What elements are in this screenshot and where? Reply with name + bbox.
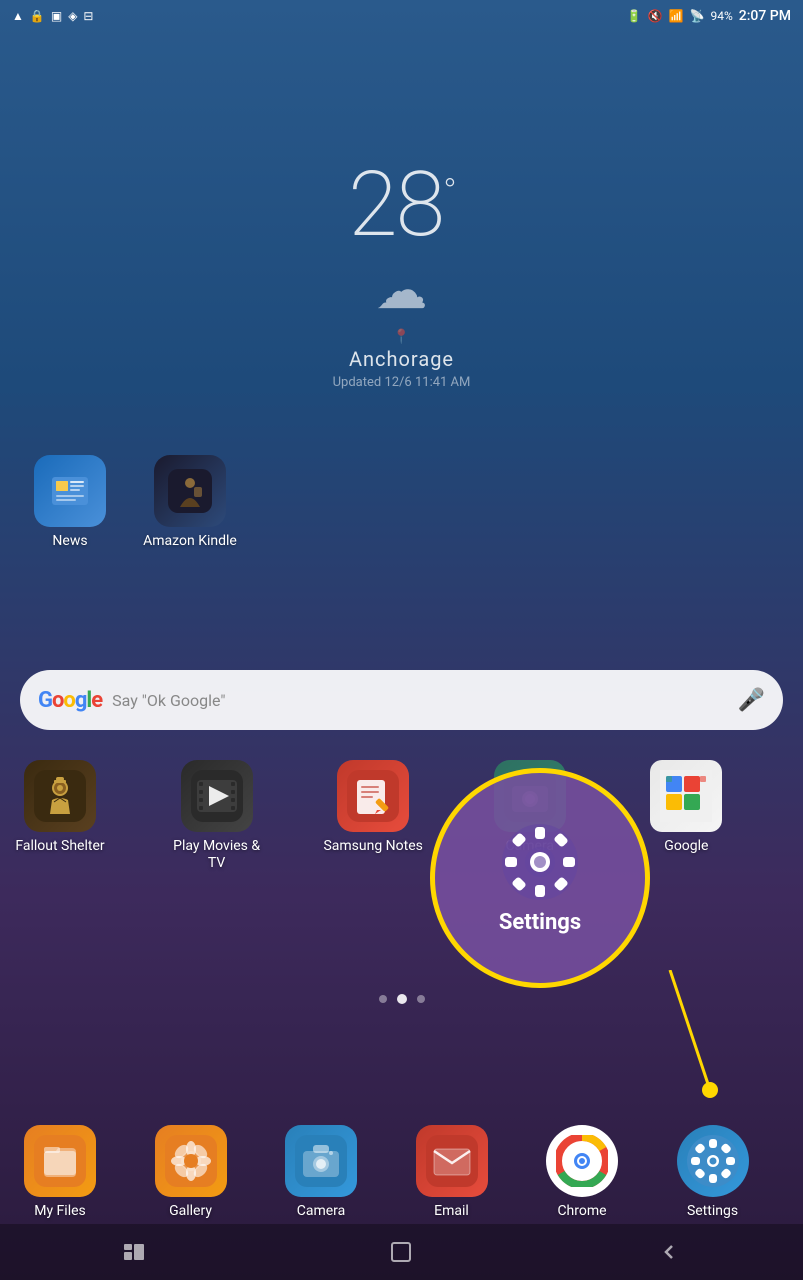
playmovies-icon [181,760,253,832]
playmovies-label: Play Movies & TV [167,838,267,872]
google-icon [650,760,722,832]
dot-3 [417,995,425,1003]
kindle-label: Amazon Kindle [143,533,237,550]
chrome-icon [546,1125,618,1197]
connector-line [620,970,720,1170]
wifi-icon: 📶 [669,9,684,23]
settings-dock-label: Settings [687,1203,738,1220]
dropbox-icon: ◈ [68,9,77,23]
kindle-icon [154,455,226,527]
home-button[interactable] [369,1232,433,1272]
app-news[interactable]: News [20,455,120,550]
mute-icon: 🔇 [648,9,663,23]
fallout-icon [24,760,96,832]
dock-myfiles[interactable]: My Files [10,1125,110,1220]
extra-icon: ⊟ [83,9,93,23]
signal-icon: ▲ [12,9,24,23]
google-search-bar[interactable]: Google Say "Ok Google" 🎤 [20,670,783,730]
cloud-icon: ☁ [333,260,471,321]
signal-strength-icon: 📡 [690,9,705,23]
battery-charging-icon: 🔋 [627,9,642,23]
dock-gallery[interactable]: Gallery [141,1125,241,1220]
page-dots [379,994,425,1004]
lock-icon: 🔒 [30,9,45,23]
gallery-label: Gallery [169,1203,212,1220]
status-bar: ▲ 🔒 ▣ ◈ ⊟ 🔋 🔇 📶 📡 94% 2:07 PM [0,0,803,32]
settings-spotlight-label: Settings [499,910,581,935]
samsungnotes-label: Samsung Notes [323,838,422,855]
dock-chrome[interactable]: Chrome [532,1125,632,1220]
gallery-icon [155,1125,227,1197]
google-logo: Google [38,688,102,713]
chrome-label: Chrome [557,1203,606,1220]
recent-apps-button[interactable] [102,1232,166,1272]
back-button[interactable] [637,1232,701,1272]
app-samsung-notes[interactable]: Samsung Notes [323,760,423,872]
status-time: 2:07 PM [739,8,791,24]
news-label: News [52,533,87,550]
myfiles-label: My Files [34,1203,86,1220]
weather-widget: 28° ☁ 📍 Anchorage Updated 12/6 11:41 AM [333,160,471,390]
google-label: Google [664,838,708,855]
weather-temperature: 28° [333,160,471,250]
dock-email[interactable]: Email [402,1125,502,1220]
app-play-movies[interactable]: Play Movies & TV [167,760,267,872]
fallout-label: Fallout Shelter [15,838,104,855]
nav-bar [0,1224,803,1280]
email-icon [416,1125,488,1197]
weather-city: Anchorage [333,347,471,371]
dot-2 [397,994,407,1004]
location-pin-icon: 📍 [333,329,471,345]
home-apps-row: News Amazon Kindle [20,455,240,550]
microphone-icon[interactable]: 🎤 [738,688,765,713]
myfiles-icon [24,1125,96,1197]
camera-label: Camera [297,1203,346,1220]
camera-icon [285,1125,357,1197]
app-fallout-shelter[interactable]: Fallout Shelter [10,760,110,872]
samsungnotes-icon [337,760,409,832]
battery-percent: 94% [710,9,732,23]
dock-camera[interactable]: Camera [271,1125,371,1220]
app-google[interactable]: Google [636,760,736,872]
settings-gear-icon [500,822,580,902]
weather-updated: Updated 12/6 11:41 AM [333,375,471,390]
main-app-grid: Fallout Shelter Play Movies & TV [0,760,803,872]
news-icon [34,455,106,527]
app-kindle[interactable]: Amazon Kindle [140,455,240,550]
status-right-icons: 🔋 🔇 📶 📡 94% 2:07 PM [627,8,791,24]
dot-1 [379,995,387,1003]
screen-icon: ▣ [51,9,62,23]
status-left-icons: ▲ 🔒 ▣ ◈ ⊟ [12,9,93,23]
settings-spotlight[interactable]: Settings [430,768,650,988]
email-label: Email [434,1203,469,1220]
google-search-placeholder: Say "Ok Google" [112,691,727,710]
